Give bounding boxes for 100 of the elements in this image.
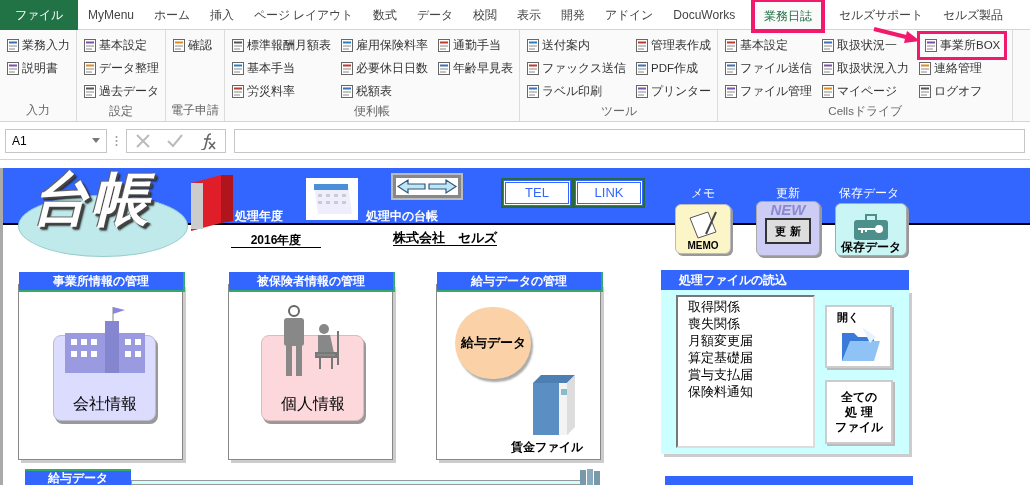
name-box[interactable]: A1 (5, 128, 107, 153)
group-label: 電子申請 (171, 102, 219, 118)
ribbon-button[interactable]: 通勤手当 (436, 34, 514, 57)
year-label: 処理年度 (235, 208, 283, 225)
document-icon (918, 61, 932, 76)
ribbon-tab[interactable]: 校閲 (463, 0, 508, 30)
ribbon-tab[interactable]: 挿入 (200, 0, 244, 30)
ribbon-button[interactable]: 労災料率 (230, 80, 332, 103)
file-list-item[interactable]: 算定基礎届 (688, 350, 813, 367)
ribbon-button[interactable]: 確認 (171, 34, 213, 57)
tool-caption: メモ (690, 185, 716, 202)
ribbon-button[interactable]: 雇用保険料率 (339, 34, 429, 57)
ribbon-button[interactable]: 標準報酬月額表 (230, 34, 332, 57)
ribbon-button[interactable]: PDF作成 (634, 57, 712, 80)
open-button[interactable]: 開く (825, 305, 892, 368)
file-list-item[interactable]: 取得関係 (688, 299, 813, 316)
document-icon (6, 38, 20, 53)
ribbon-button[interactable]: ログオフ (917, 80, 1008, 103)
ribbon-tab[interactable]: 表示 (507, 0, 552, 30)
dropdown-caret-icon (92, 138, 100, 143)
file-list-item[interactable]: 月額変更届 (688, 333, 813, 350)
binder-drawing (191, 175, 233, 231)
file-tab[interactable]: ファイル (0, 0, 78, 30)
document-icon (635, 84, 649, 99)
ribbon-tab[interactable]: アドイン (595, 0, 664, 30)
ribbon-button[interactable]: 送付案内 (525, 34, 627, 57)
ribbon-button[interactable]: 税額表 (339, 80, 429, 103)
save-data-button[interactable]: 保存データ (835, 203, 907, 256)
ribbon-button[interactable]: 業務入力 (5, 34, 71, 57)
ribbon-tab[interactable]: 開発 (551, 0, 596, 30)
cell-reference: A1 (12, 132, 27, 150)
group-label: ツール (599, 104, 638, 119)
document-icon (231, 38, 245, 53)
document-icon (526, 84, 540, 99)
ribbon-button[interactable]: 基本手当 (230, 57, 332, 80)
ribbon-button[interactable]: 過去データ (82, 80, 160, 103)
formula-input[interactable] (234, 128, 1025, 153)
ribbon-button[interactable]: ファックス送信 (525, 57, 627, 80)
ribbon-button[interactable]: プリンター (634, 80, 712, 103)
ribbon-button[interactable]: データ整理 (82, 57, 160, 80)
building-icon (63, 305, 146, 375)
check-icon[interactable] (167, 132, 183, 149)
ribbon-button[interactable]: ラベル印刷 (525, 80, 627, 103)
document-icon (340, 61, 354, 76)
document-icon (821, 84, 835, 99)
notepad-icon (686, 210, 720, 240)
briefcase-key-icon (852, 214, 890, 240)
file-list-item[interactable]: 保険料通知 (688, 384, 813, 401)
group-label: Cellsドライブ (827, 104, 903, 119)
card-title: 被保険者情報の管理 (229, 272, 395, 292)
ribbon-button[interactable]: 基本設定 (723, 34, 813, 57)
document-icon (83, 61, 97, 76)
group-label: 入力 (25, 102, 51, 118)
memo-button[interactable]: MEMO (675, 204, 731, 254)
cancel-icon[interactable] (135, 132, 151, 149)
ribbon-button[interactable]: 取扱状況入力 (820, 57, 910, 80)
ribbon-button[interactable]: 事業所BOX (917, 31, 1008, 60)
ribbon-button[interactable]: ファイル送信 (723, 57, 813, 80)
ribbon-tab[interactable]: ホーム (144, 0, 200, 30)
link-button[interactable]: LINK (575, 180, 643, 206)
ribbon-button[interactable]: 必要休日日数 (339, 57, 429, 80)
document-icon (231, 61, 245, 76)
document-icon (6, 61, 20, 76)
ribbon-tab[interactable]: データ (407, 0, 464, 30)
document-icon (724, 38, 738, 53)
card-title: 事業所情報の管理 (19, 272, 185, 292)
ribbon-button[interactable]: 連絡管理 (917, 57, 1008, 80)
panel-title: 処理ファイルの読込 (661, 270, 909, 290)
document-icon (437, 38, 451, 53)
ribbon-button[interactable]: 年齢早見表 (436, 57, 514, 80)
link-button[interactable]: TEL (503, 180, 571, 206)
ribbon-tab[interactable]: ページ レイアウト (244, 0, 364, 30)
document-icon (172, 38, 186, 53)
ribbon-button[interactable]: 基本設定 (82, 34, 160, 57)
ribbon-button[interactable]: マイページ (820, 80, 910, 103)
ribbon-button[interactable]: ファイル管理 (723, 80, 813, 103)
ribbon-tab[interactable]: 数式 (363, 0, 408, 30)
document-icon (526, 61, 540, 76)
ribbon-button[interactable]: 説明書 (5, 57, 71, 80)
function-icon[interactable] (199, 131, 217, 150)
update-button[interactable]: NEW 更 新 (756, 201, 820, 256)
ribbon-button[interactable]: 管理表作成 (634, 34, 712, 57)
ribbon-tab[interactable]: DocuWorks (663, 0, 746, 30)
file-list-item[interactable]: 喪失関係 (688, 316, 813, 333)
drag-handle-icon (115, 134, 118, 147)
ribbon-tab[interactable]: MyMenu (78, 0, 144, 30)
all-files-button[interactable]: 全ての 処 理 ファイル (825, 380, 893, 444)
ribbon-tab[interactable]: セルズ製品 (933, 0, 1014, 30)
document-icon (231, 84, 245, 99)
document-icon (437, 61, 451, 76)
document-icon (635, 61, 649, 76)
document-icon (526, 38, 540, 53)
document-icon (83, 84, 97, 99)
ribbon-tab[interactable]: 業務日誌 (753, 0, 824, 31)
file-list-item[interactable]: 賞与支払届 (688, 367, 813, 384)
ribbon-tab[interactable]: セルズサポート (829, 0, 934, 30)
group-label: 便利帳 (353, 104, 391, 119)
document-icon (724, 61, 738, 76)
switch-ledger-button[interactable] (391, 173, 463, 200)
calendar-icon (306, 178, 358, 220)
